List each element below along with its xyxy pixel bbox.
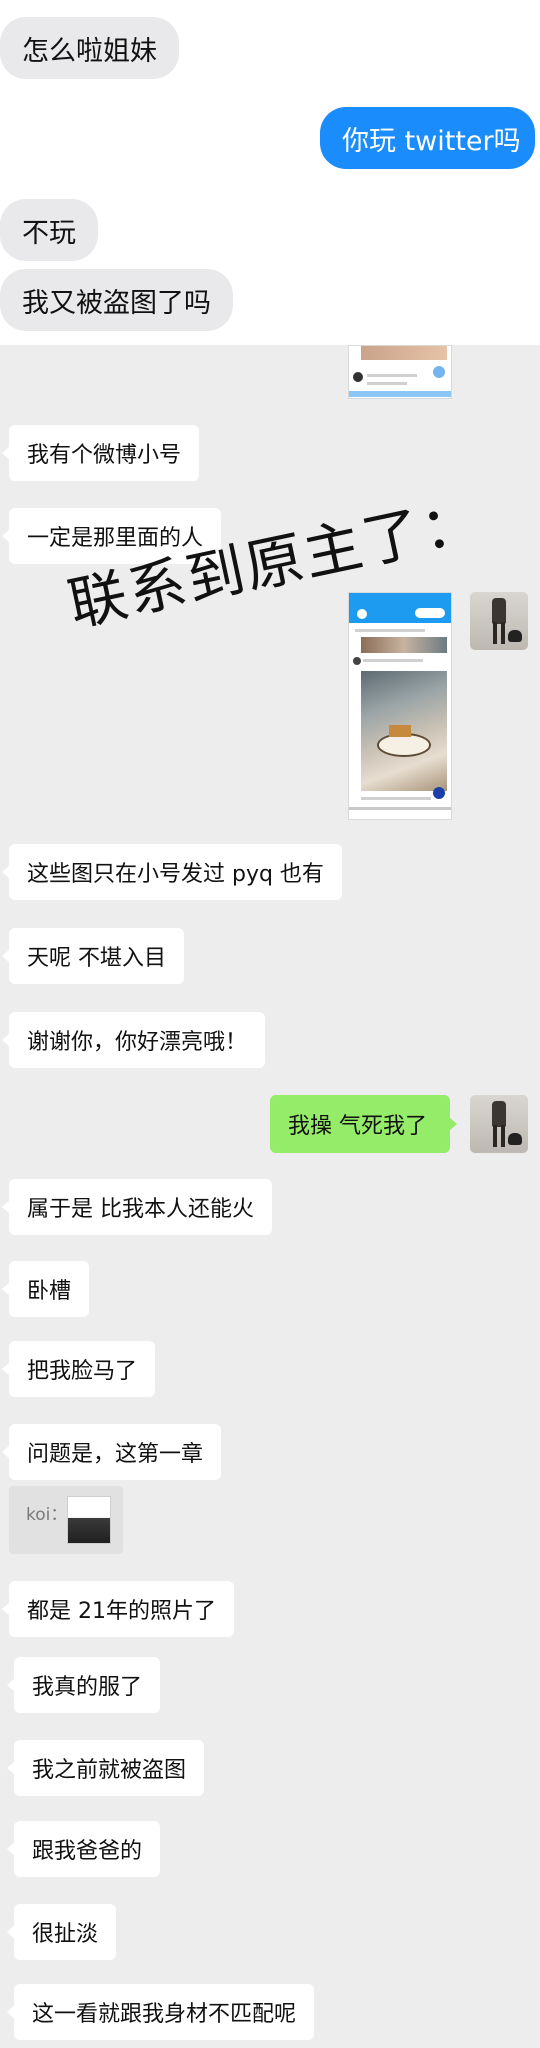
message-text: 你玩 twitter吗 xyxy=(342,125,521,157)
message-text: 把我脸马了 xyxy=(27,1359,138,1384)
message-bubble[interactable]: 这些图只在小号发过 pyq 也有 xyxy=(2,844,342,900)
message-text: 我操 气死我了 xyxy=(288,1114,427,1139)
message-bubble[interactable]: 天呢 不堪入目 xyxy=(2,928,184,984)
message-bubble[interactable]: 把我脸马了 xyxy=(1,1341,156,1397)
message-bubble[interactable]: 不玩 xyxy=(0,199,98,261)
message-text: 谢谢你，你好漂亮哦！ xyxy=(27,1030,248,1055)
message-text: 卧槽 xyxy=(27,1279,72,1304)
tweet-photo-cake xyxy=(389,725,411,737)
tab-bar xyxy=(349,807,451,810)
avatar[interactable] xyxy=(470,592,528,650)
message-bubble[interactable]: 怎么啦姐妹 xyxy=(0,17,179,79)
message-text: 这一看就跟我身材不匹配呢 xyxy=(32,2002,297,2027)
message-bubble[interactable]: 我之前就被盗图 xyxy=(6,1740,205,1796)
avatar-figure xyxy=(492,1101,506,1127)
text-line xyxy=(361,797,431,800)
message-bubble[interactable]: 谢谢你，你好漂亮哦！ xyxy=(1,1012,266,1068)
blue-bar xyxy=(349,391,451,397)
avatar-figure-leg xyxy=(493,1125,497,1147)
quoted-image-thumbnail xyxy=(67,1496,111,1544)
screenshot-image[interactable] xyxy=(348,592,452,820)
message-bubble[interactable]: 我又被盗图了吗 xyxy=(0,269,233,331)
message-text: 不玩 xyxy=(22,217,76,249)
message-text: 跟我爸爸的 xyxy=(32,1839,143,1864)
text-line xyxy=(367,382,407,385)
message-text: 我真的服了 xyxy=(32,1675,143,1700)
photo-fragment xyxy=(361,346,447,360)
avatar-dog xyxy=(508,1133,522,1145)
text-line xyxy=(355,629,425,632)
compose-icon xyxy=(433,787,445,799)
text-line xyxy=(363,659,423,662)
message-bubble[interactable]: 问题是，这第一章 xyxy=(1,1424,222,1480)
message-bubble[interactable]: 我有个微博小号 xyxy=(1,425,200,481)
avatar-icon xyxy=(353,372,363,382)
message-bubble[interactable]: 跟我爸爸的 xyxy=(6,1821,161,1877)
profile-avatar xyxy=(357,609,367,619)
message-text: 我之前就被盗图 xyxy=(32,1758,187,1783)
message-bubble[interactable]: 都是 21年的照片了 xyxy=(2,1581,234,1637)
message-bubble[interactable]: 卧槽 xyxy=(1,1261,90,1317)
quoted-sender: koi： xyxy=(26,1505,68,1525)
message-bubble[interactable]: 属于是 比我本人还能火 xyxy=(2,1179,272,1235)
plus-icon xyxy=(433,366,445,378)
message-text: 天呢 不堪入目 xyxy=(27,946,166,971)
message-bubble[interactable]: 很扯淡 xyxy=(6,1904,117,1960)
avatar-figure-leg xyxy=(493,622,497,644)
message-text: 问题是，这第一章 xyxy=(27,1442,204,1467)
avatar-figure-leg xyxy=(501,622,505,644)
message-bubble-sent[interactable]: 你玩 twitter吗 xyxy=(320,107,535,169)
message-text: 这些图只在小号发过 pyq 也有 xyxy=(27,862,324,887)
screenshot-image-top[interactable] xyxy=(348,345,452,399)
quoted-message[interactable]: koi： xyxy=(9,1486,123,1554)
avatar-figure-leg xyxy=(501,1125,505,1147)
message-bubble-sent[interactable]: 我操 气死我了 xyxy=(270,1095,457,1153)
message-text: 我有个微博小号 xyxy=(27,443,182,468)
message-bubble[interactable]: 我真的服了 xyxy=(6,1657,161,1713)
avatar[interactable] xyxy=(470,1095,528,1153)
message-text: 怎么啦姐妹 xyxy=(22,35,157,67)
photo-strip xyxy=(361,637,447,653)
tweet-avatar xyxy=(353,657,361,665)
avatar-dog xyxy=(508,630,522,642)
message-text: 我又被盗图了吗 xyxy=(22,287,211,319)
message-bubble[interactable]: 这一看就跟我身材不匹配呢 xyxy=(6,1984,315,2040)
avatar-figure xyxy=(492,598,506,624)
message-text: 都是 21年的照片了 xyxy=(27,1599,216,1624)
message-text: 很扯淡 xyxy=(32,1922,99,1947)
message-text: 属于是 比我本人还能火 xyxy=(27,1197,254,1222)
follow-button-image xyxy=(415,608,445,618)
text-line xyxy=(367,374,417,377)
